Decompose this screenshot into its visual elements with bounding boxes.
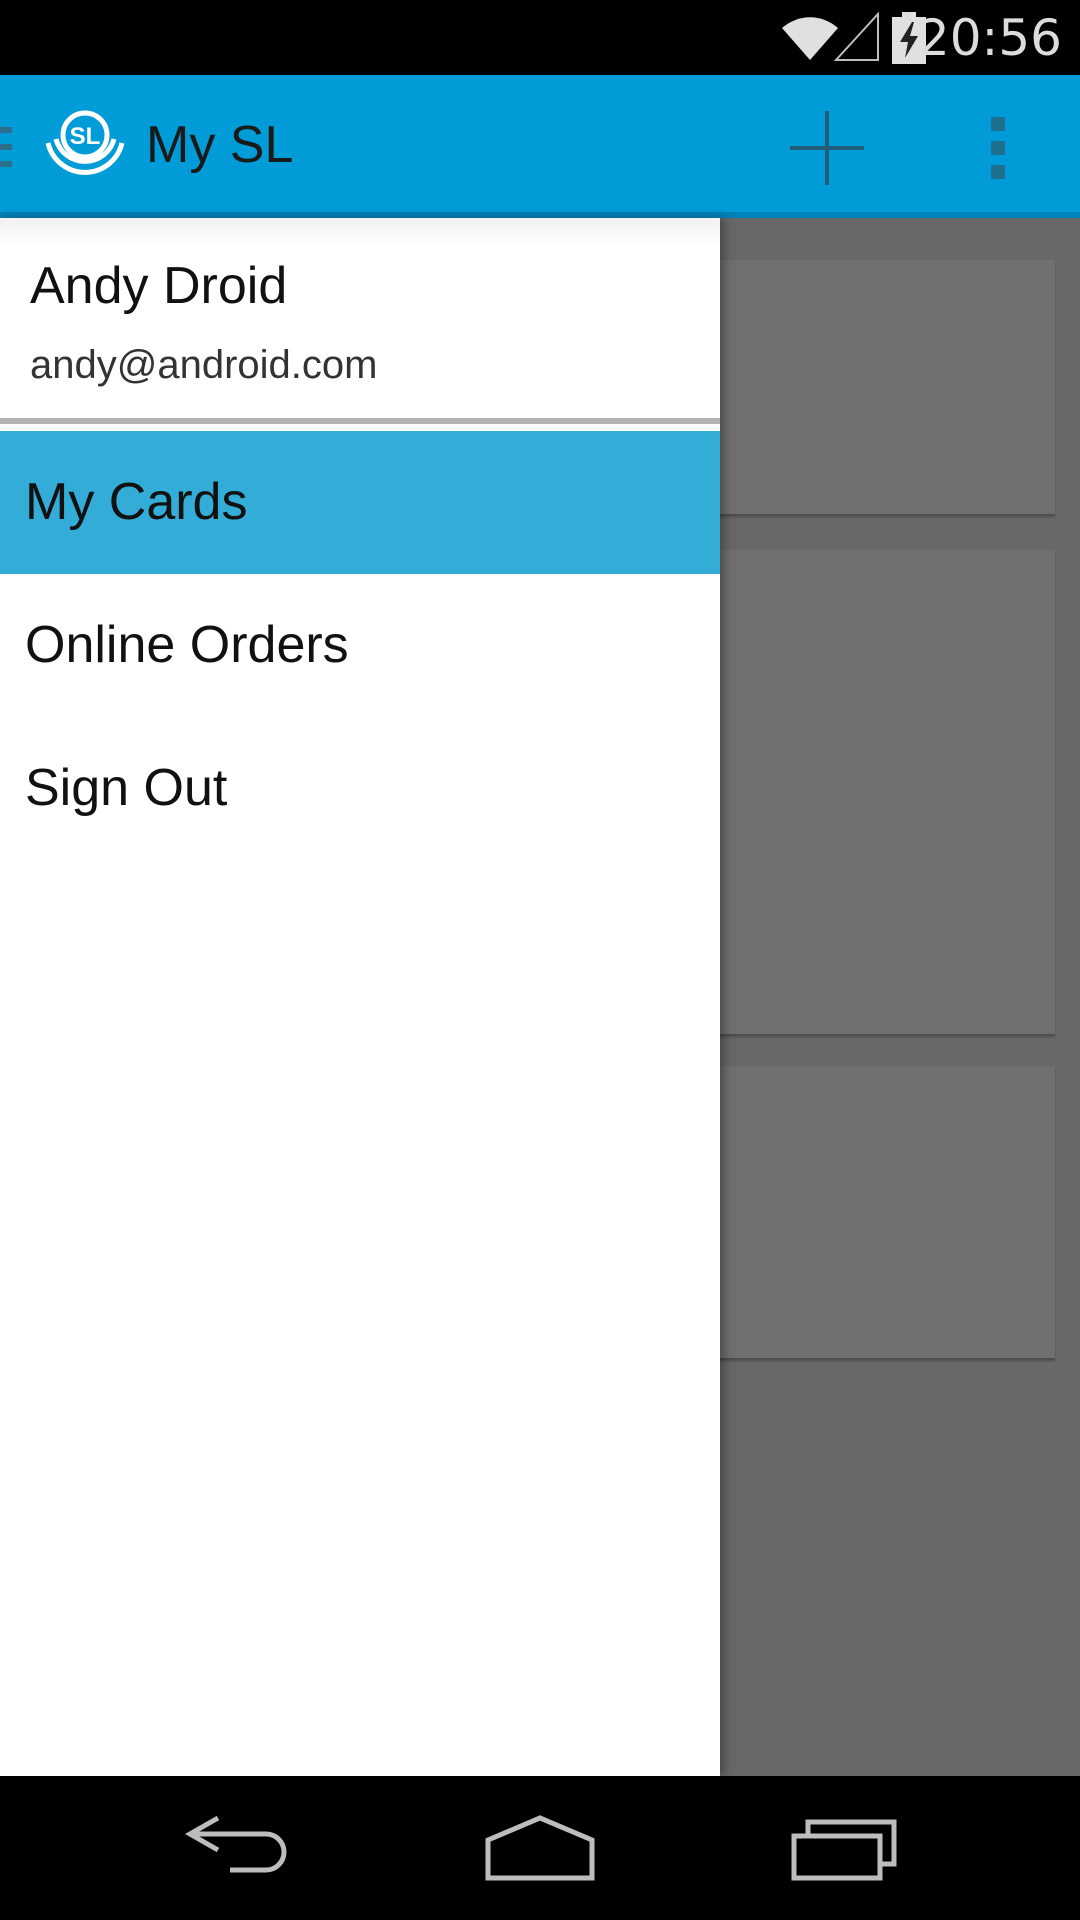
action-bar: SL My SL	[0, 75, 1080, 218]
navigation-drawer: Andy Droid andy@android.com My Cards Onl…	[0, 218, 720, 1776]
back-icon	[184, 1815, 287, 1873]
status-bar: 20:56	[0, 0, 1080, 75]
recents-icon	[791, 1819, 897, 1881]
home-button[interactable]	[480, 1806, 600, 1890]
add-icon	[790, 111, 864, 185]
cell-signal-icon	[833, 11, 880, 67]
account-header: Andy Droid andy@android.com	[0, 218, 720, 424]
system-nav-bar	[0, 1776, 1080, 1920]
back-button[interactable]	[180, 1806, 300, 1890]
drawer-indicator-icon[interactable]	[0, 127, 14, 174]
overflow-menu-icon	[991, 117, 1005, 179]
drawer-item-my-cards[interactable]: My Cards	[0, 431, 720, 574]
home-icon	[485, 1815, 595, 1881]
drawer-item-online-orders[interactable]: Online Orders	[0, 574, 720, 717]
add-button[interactable]	[790, 111, 864, 185]
overflow-menu-button[interactable]	[970, 111, 1026, 185]
account-email: andy@android.com	[30, 343, 378, 387]
account-name: Andy Droid	[30, 257, 288, 315]
recents-button[interactable]	[786, 1806, 906, 1890]
svg-text:SL: SL	[70, 123, 101, 150]
drawer-item-sign-out[interactable]: Sign Out	[0, 717, 720, 860]
status-clock: 20:56	[917, 9, 1062, 67]
wifi-icon	[780, 14, 840, 67]
app-title: My SL	[146, 116, 294, 174]
sl-logo-icon[interactable]: SL	[42, 109, 128, 190]
